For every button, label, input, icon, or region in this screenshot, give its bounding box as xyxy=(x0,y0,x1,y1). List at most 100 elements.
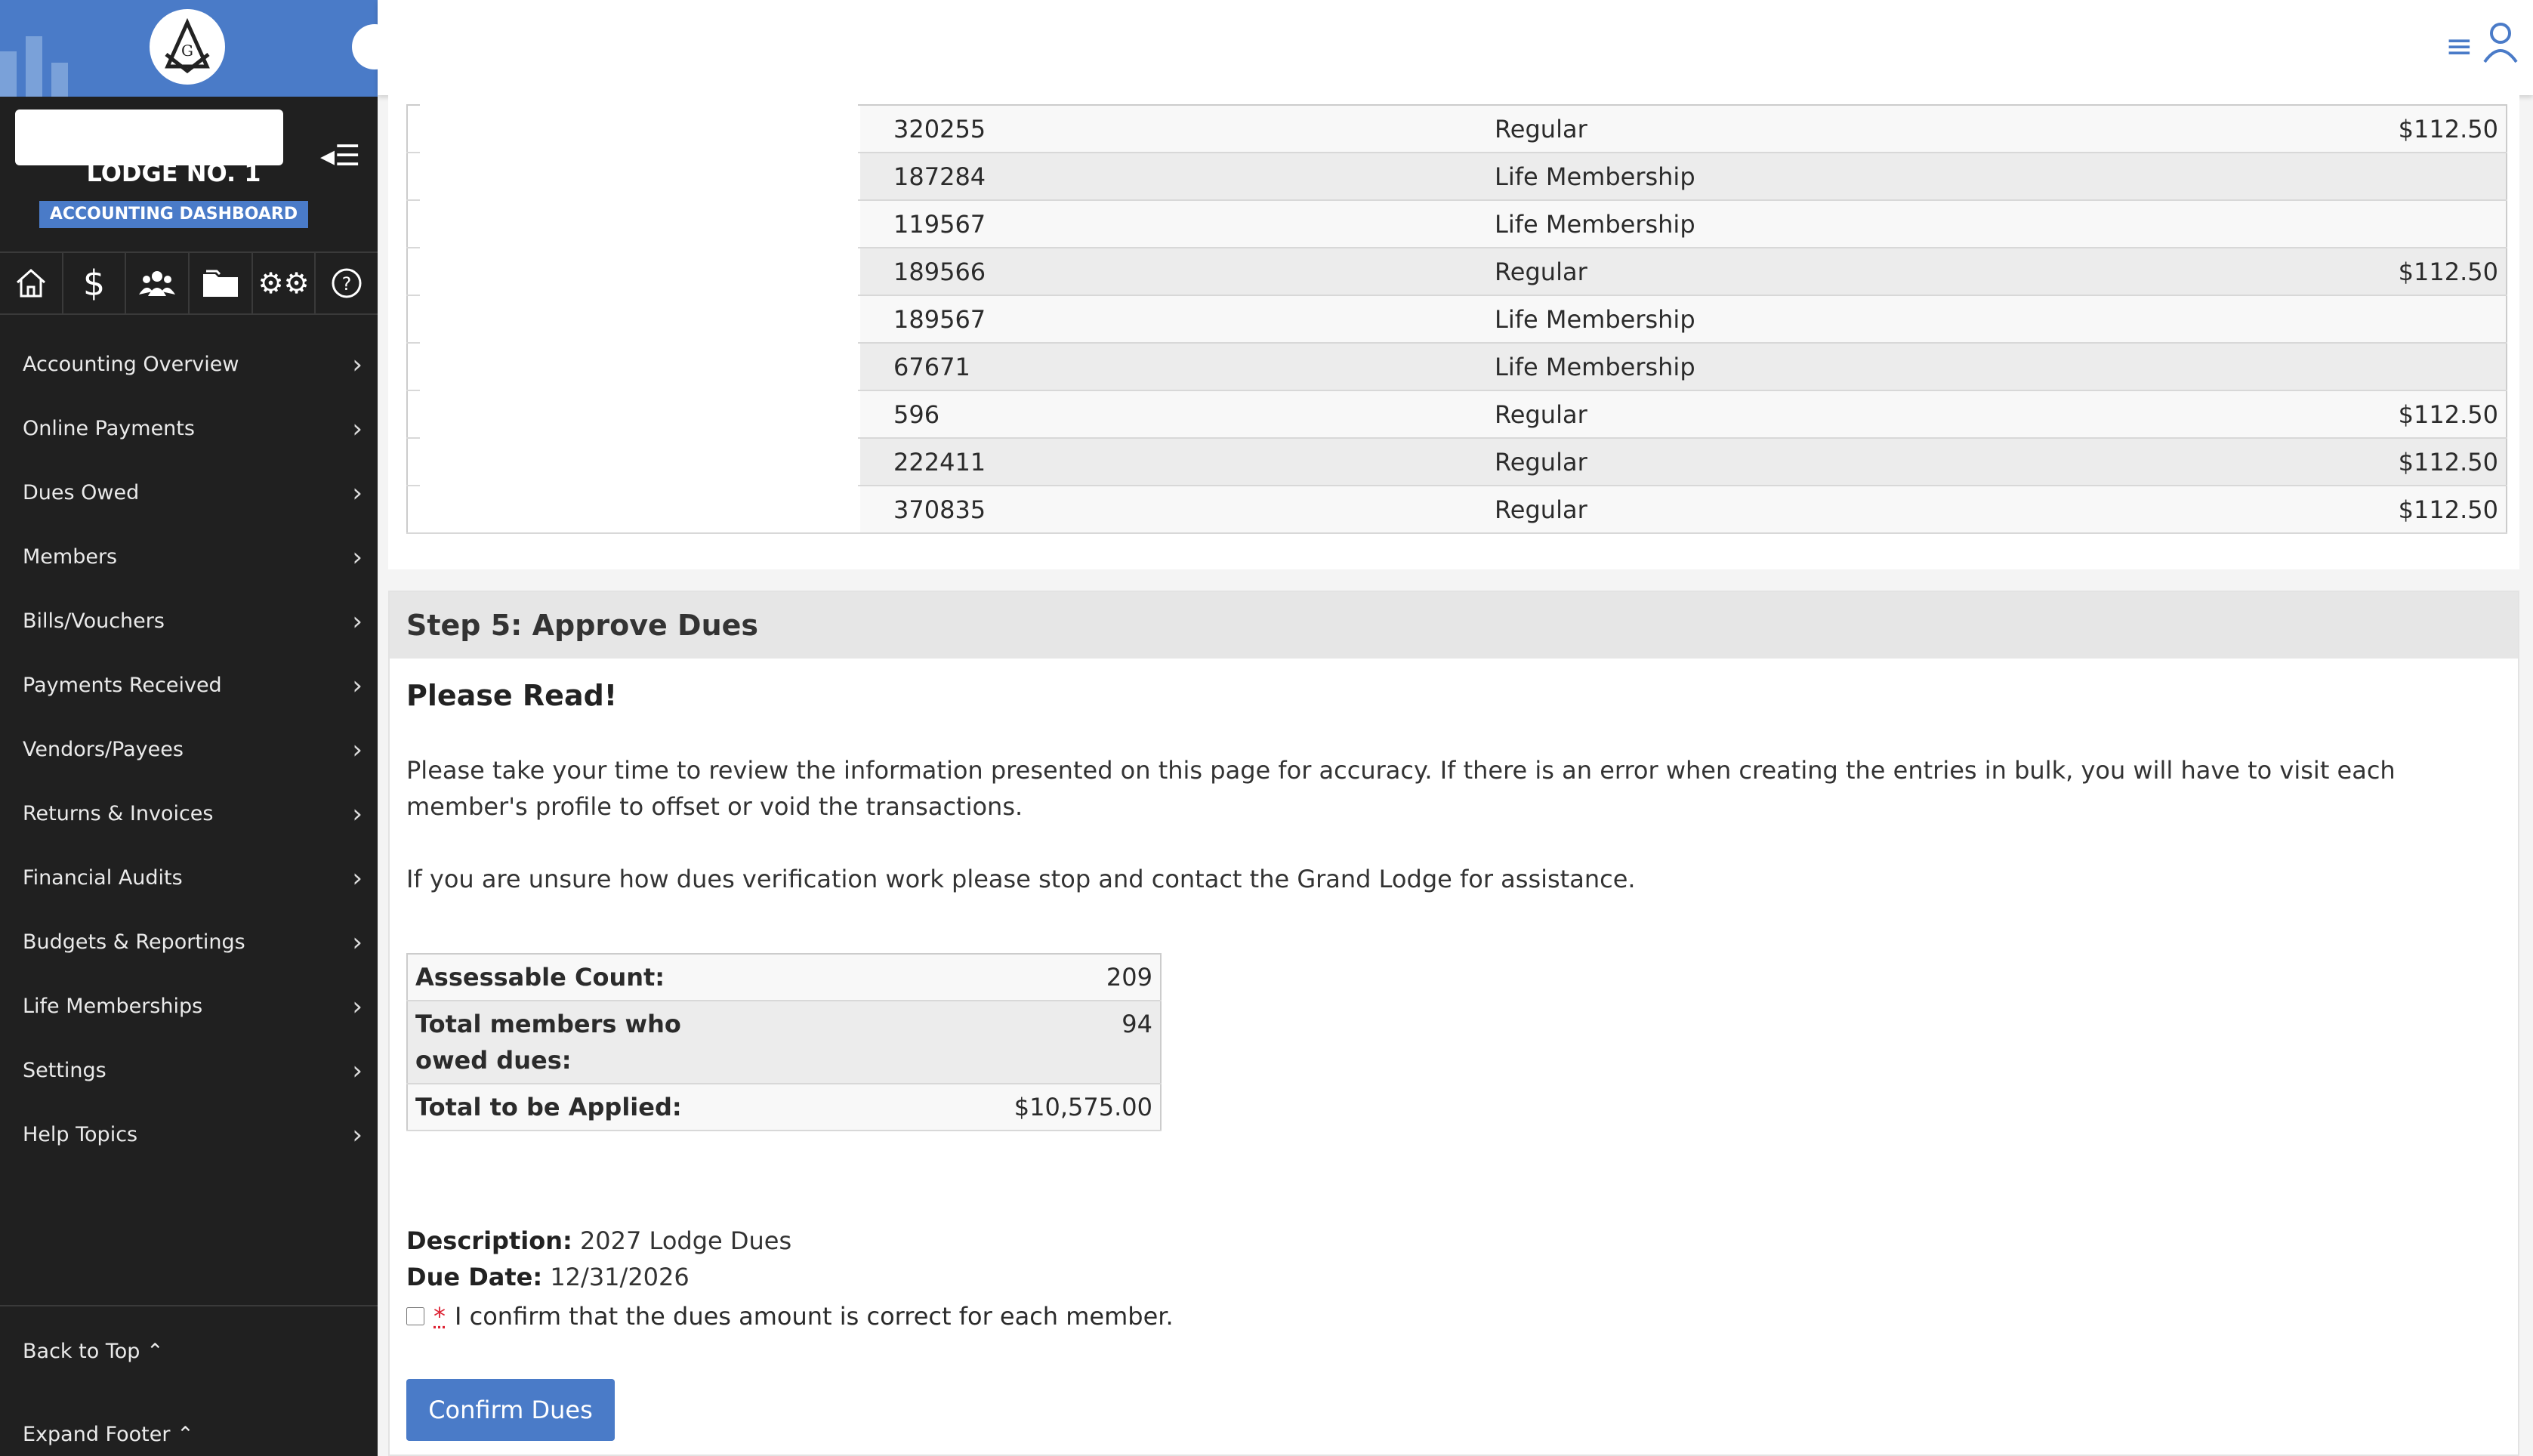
sidebar-footer: Back to Top ⌃ Expand Footer ⌃ xyxy=(0,1305,378,1446)
membership-type-cell: Life Membership xyxy=(1495,200,2250,248)
membership-type-cell: Regular xyxy=(1495,438,2250,486)
decorative-bars xyxy=(0,23,76,97)
total-applied-value: $10,575.00 xyxy=(1014,1093,1152,1121)
chevron-right-icon: › xyxy=(352,541,363,572)
member-id-cell: 67671 xyxy=(860,343,1495,391)
back-to-top-link[interactable]: Back to Top ⌃ xyxy=(23,1340,164,1363)
members-icon[interactable] xyxy=(126,253,190,313)
member-id-cell: 187284 xyxy=(860,153,1495,201)
sidebar-item-life-memberships[interactable]: Life Memberships › xyxy=(0,974,378,1038)
sidebar-item-label: Online Payments xyxy=(23,417,195,440)
member-id-cell: 370835 xyxy=(860,486,1495,534)
dues-amount-cell xyxy=(2250,200,2507,248)
step5-title: Step 5: Approve Dues xyxy=(390,592,2518,659)
sidebar-item-label: Dues Owed xyxy=(23,481,140,504)
hamburger-menu-icon[interactable]: ≡ xyxy=(2445,27,2473,66)
total-applied-label: Total to be Applied: xyxy=(415,1093,682,1121)
dues-amount-cell xyxy=(2250,295,2507,344)
sidebar-item-settings[interactable]: Settings › xyxy=(0,1038,378,1103)
lodge-selector-box[interactable] xyxy=(15,110,283,165)
dollar-icon[interactable]: $ xyxy=(63,253,127,313)
sidebar-item-label: Settings xyxy=(23,1059,106,1082)
sidebar-item-label: Members xyxy=(23,545,118,569)
chevron-right-icon: › xyxy=(352,1055,363,1086)
sidebar-item-label: Financial Audits xyxy=(23,866,183,890)
dues-amount-cell: $112.50 xyxy=(2250,390,2507,439)
chevron-right-icon: › xyxy=(352,734,363,765)
svg-text:?: ? xyxy=(342,273,352,295)
sidebar-item-label: Vendors/Payees xyxy=(23,738,184,761)
membership-type-cell: Life Membership xyxy=(1495,295,2250,344)
member-id-cell: 222411 xyxy=(860,438,1495,486)
sidebar-item-help-topics[interactable]: Help Topics › xyxy=(0,1103,378,1167)
chevron-right-icon: › xyxy=(352,1119,363,1150)
membership-type-cell: Regular xyxy=(1495,105,2250,153)
membership-type-cell: Life Membership xyxy=(1495,343,2250,391)
sidebar-item-budgets-reportings[interactable]: Budgets & Reportings › xyxy=(0,910,378,974)
help-icon[interactable]: ? xyxy=(316,253,378,313)
membership-type-cell: Regular xyxy=(1495,248,2250,296)
sidebar-item-dues-owed[interactable]: Dues Owed › xyxy=(0,461,378,525)
confirm-checkbox[interactable] xyxy=(406,1307,424,1325)
lodge-logo[interactable]: G xyxy=(150,9,225,85)
dashboard-badge: ACCOUNTING DASHBOARD xyxy=(39,201,308,228)
sidebar-item-vendors-payees[interactable]: Vendors/Payees › xyxy=(0,717,378,782)
quick-icon-bar: $ ⚙⚙ ? xyxy=(0,251,378,315)
header-notch xyxy=(352,24,397,69)
membership-type-cell: Regular xyxy=(1495,486,2250,534)
sidebar-item-online-payments[interactable]: Online Payments › xyxy=(0,396,378,461)
member-id-cell: 320255 xyxy=(860,105,1495,153)
due-date-value: 12/31/2026 xyxy=(550,1263,690,1291)
chevron-right-icon: › xyxy=(352,349,363,380)
member-id-cell: 189567 xyxy=(860,295,1495,344)
expand-footer-label: Expand Footer xyxy=(23,1423,171,1446)
dues-summary-table: Assessable Count: 209 Total members who … xyxy=(406,953,1162,1131)
required-marker: * xyxy=(433,1302,446,1331)
sidebar-item-returns-invoices[interactable]: Returns & Invoices › xyxy=(0,782,378,846)
dues-amount-cell: $112.50 xyxy=(2250,248,2507,296)
sidebar-item-financial-audits[interactable]: Financial Audits › xyxy=(0,846,378,910)
membership-type-cell: Life Membership xyxy=(1495,153,2250,201)
sidebar-nav: Accounting Overview › Online Payments › Du… xyxy=(0,332,378,1167)
chevron-up-icon: ⌃ xyxy=(177,1423,194,1446)
sidebar-item-members[interactable]: Members › xyxy=(0,525,378,589)
chevron-right-icon: › xyxy=(352,927,363,958)
sidebar: G ◂☰ LODGE NO. 1 ACCOUNTING DASHBOARD $ … xyxy=(0,0,378,1456)
dues-amount-cell: $112.50 xyxy=(2250,486,2507,534)
dues-amount-cell: $112.50 xyxy=(2250,438,2507,486)
confirm-dues-button[interactable]: Confirm Dues xyxy=(406,1379,615,1441)
back-to-top-label: Back to Top xyxy=(23,1340,140,1363)
sidebar-item-payments-received[interactable]: Payments Received › xyxy=(0,653,378,717)
contact-text: If you are unsure how dues verification … xyxy=(406,865,1636,893)
gears-icon[interactable]: ⚙⚙ xyxy=(253,253,316,313)
dues-amount-cell xyxy=(2250,343,2507,391)
sidebar-item-bills-vouchers[interactable]: Bills/Vouchers › xyxy=(0,589,378,653)
logo-band: G xyxy=(0,0,378,97)
member-id-cell: 119567 xyxy=(860,200,1495,248)
confirm-checkbox-row: * I confirm that the dues amount is corr… xyxy=(406,1302,1174,1331)
summary-row: Total members who owed dues: 94 xyxy=(407,1001,1161,1084)
description-label: Description: xyxy=(406,1226,572,1255)
membership-type-cell: Regular xyxy=(1495,390,2250,439)
folder-icon[interactable] xyxy=(190,253,253,313)
summary-row: Assessable Count: 209 xyxy=(407,954,1161,1001)
approve-dues-panel: Step 5: Approve Dues Please Read! Please… xyxy=(388,591,2519,1456)
chevron-right-icon: › xyxy=(352,606,363,637)
chevron-right-icon: › xyxy=(352,862,363,893)
description-value: 2027 Lodge Dues xyxy=(579,1226,792,1255)
dues-amount-cell xyxy=(2250,153,2507,201)
sidebar-item-label: Budgets & Reportings xyxy=(23,930,245,954)
sidebar-item-accounting-overview[interactable]: Accounting Overview › xyxy=(0,332,378,396)
user-icon[interactable] xyxy=(2482,21,2519,63)
sidebar-item-label: Help Topics xyxy=(23,1123,138,1146)
description-line: Description: 2027 Lodge Dues xyxy=(406,1226,791,1255)
due-date-label: Due Date: xyxy=(406,1263,543,1291)
home-icon[interactable] xyxy=(0,253,63,313)
assessable-count-value: 209 xyxy=(1106,963,1152,992)
expand-footer-link[interactable]: Expand Footer ⌃ xyxy=(23,1423,194,1446)
square-compass-icon: G xyxy=(165,17,210,74)
redacted-names-area xyxy=(420,103,858,524)
sidebar-item-label: Returns & Invoices xyxy=(23,802,214,825)
top-header: ≡ xyxy=(352,0,2533,95)
chevron-up-icon: ⌃ xyxy=(146,1340,164,1363)
